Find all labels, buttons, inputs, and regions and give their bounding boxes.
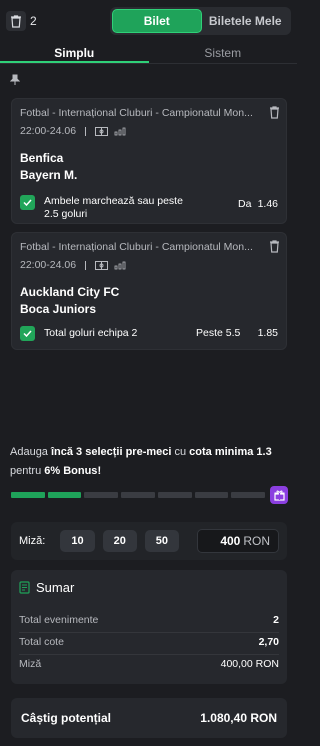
selection-name: Peste 5.5: [196, 327, 241, 339]
away-team: Boca Juniors: [20, 302, 97, 316]
pitch-icon: [95, 260, 109, 270]
market-name: Total goluri echipa 2: [44, 327, 138, 339]
progress-segment: [121, 492, 155, 498]
bonus-percent: 6% Bonus: [44, 465, 98, 477]
summary-value: 2: [273, 614, 279, 626]
summary-header: Sumar: [19, 580, 74, 595]
trash-icon[interactable]: [6, 11, 26, 31]
bonus-text: pentru: [10, 465, 45, 477]
selection-odd: 1.46: [257, 198, 278, 210]
checkbox-checked-icon[interactable]: [20, 326, 35, 341]
away-team: Bayern M.: [20, 168, 78, 182]
stake-chip-20[interactable]: 20: [102, 530, 137, 552]
event-time: 22:00-24.06: [20, 125, 77, 137]
stats-icon[interactable]: [114, 127, 126, 136]
bet-card: Fotbal - Internațional Cluburi - Campion…: [11, 98, 287, 224]
bet-selection: Total goluri echipa 2 Peste 5.5 1.85: [20, 326, 278, 341]
summary-title: Sumar: [36, 580, 75, 595]
summary-row: Total cote 2,70: [19, 636, 279, 655]
tab-bilet[interactable]: Bilet: [112, 9, 202, 33]
progress-segment: [231, 492, 266, 498]
bonus-selections: încă 3 selecții pre-meci: [50, 446, 172, 458]
summary-value: 400,00 RON: [220, 658, 279, 670]
pin-icon[interactable]: [9, 74, 21, 88]
gift-icon[interactable]: [270, 486, 288, 504]
checkbox-checked-icon[interactable]: [20, 195, 35, 210]
divider: [85, 126, 87, 136]
bet-selection: Ambele marchează sau peste 2.5 goluri Da…: [20, 195, 278, 221]
stake-chip-50[interactable]: 50: [144, 530, 180, 552]
receipt-icon: [19, 581, 30, 594]
stake-currency: RON: [243, 534, 271, 548]
tab-sistem[interactable]: Sistem: [149, 42, 298, 63]
event-meta: 22:00-24.06: [20, 125, 126, 137]
tab-simplu[interactable]: Simplu: [0, 42, 149, 63]
stake-input[interactable]: 400 RON: [197, 529, 280, 553]
bonus-progress-bar: [11, 492, 266, 498]
home-team: Auckland City FC: [20, 285, 120, 299]
potential-win-label: Câștig potențial: [21, 711, 112, 725]
summary-label: Total cote: [19, 636, 64, 648]
market-name: Ambele marchează sau peste 2.5 goluri: [44, 195, 183, 220]
summary-label: Total evenimente: [19, 614, 99, 626]
potential-win-value: 1.080,40 RON: [200, 711, 277, 725]
delete-bet-icon[interactable]: [269, 240, 280, 256]
bonus-text: !: [97, 465, 102, 477]
progress-segment: [11, 492, 45, 498]
summary-row: Total evenimente 2: [19, 614, 279, 633]
bet-count-value: 2: [30, 14, 37, 28]
stats-icon[interactable]: [114, 261, 126, 270]
home-team: Benfica: [20, 151, 64, 165]
bonus-message: Adauga încă 3 selecții pre-meci cu cota …: [10, 443, 290, 481]
divider: [85, 260, 87, 270]
bonus-text: cu: [171, 446, 190, 458]
summary-label: Miză: [19, 658, 42, 670]
summary-value: 2,70: [258, 636, 279, 648]
summary-panel: Sumar Total evenimente 2 Total cote 2,70…: [11, 570, 287, 684]
bet-count[interactable]: 2: [6, 11, 102, 31]
bet-card: Fotbal - Internațional Cluburi - Campion…: [11, 232, 287, 350]
stake-chip-10[interactable]: 10: [60, 530, 95, 552]
event-time: 22:00-24.06: [20, 259, 77, 271]
summary-row: Miză 400,00 RON: [19, 658, 279, 676]
bonus-text: Adauga: [10, 446, 51, 458]
selection-name: Da: [238, 198, 252, 210]
delete-bet-icon[interactable]: [269, 106, 280, 122]
league-name: Fotbal - Internațional Cluburi - Campion…: [20, 107, 253, 119]
bet-type-tabs: Simplu Sistem: [0, 42, 297, 64]
top-bar: 2 Bilet Biletele Mele: [0, 0, 297, 42]
potential-win: Câștig potențial 1.080,40 RON: [11, 698, 287, 738]
tab-biletele-mele[interactable]: Biletele Mele: [202, 9, 290, 33]
progress-segment: [47, 492, 82, 498]
selection-odd: 1.85: [257, 327, 278, 339]
progress-segment: [157, 492, 192, 498]
bonus-min-odd: cota minima 1.3: [189, 446, 272, 458]
main-tabs: Bilet Biletele Mele: [110, 7, 291, 35]
stake-panel: Miză: 10 20 50 400 RON: [11, 522, 287, 560]
stake-amount: 400: [220, 534, 241, 548]
progress-segment: [194, 492, 229, 498]
progress-segment: [84, 492, 119, 498]
league-name: Fotbal - Internațional Cluburi - Campion…: [20, 241, 253, 253]
stake-label: Miză:: [19, 535, 46, 547]
pitch-icon: [95, 126, 109, 136]
event-meta: 22:00-24.06: [20, 259, 126, 271]
